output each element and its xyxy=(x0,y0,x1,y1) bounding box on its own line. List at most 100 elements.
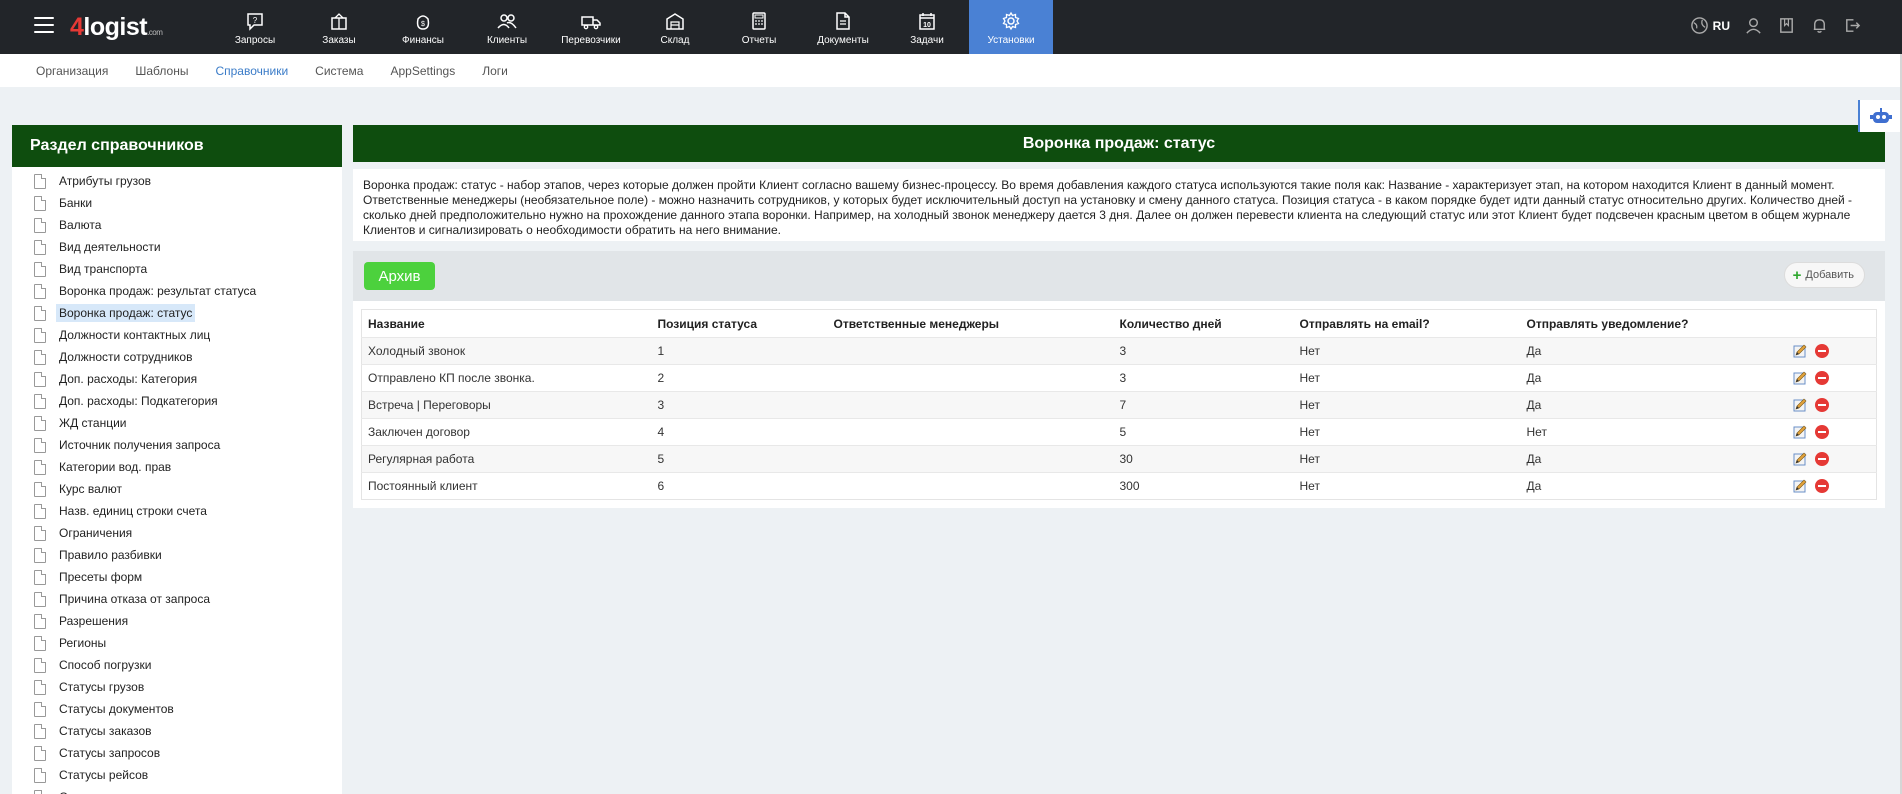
nav-item-requests[interactable]: ? Запросы xyxy=(213,0,297,54)
table-row[interactable]: Регулярная работа 5 30 Нет Да xyxy=(361,445,1877,473)
delete-icon[interactable] xyxy=(1814,344,1829,358)
column-header[interactable]: Отправлять на email? xyxy=(1293,309,1521,338)
directory-item-label: Доп. расходы: Подкатегория xyxy=(59,394,218,408)
directory-item[interactable]: Категории вод. прав xyxy=(12,456,342,478)
directory-item[interactable]: Статусы запросов xyxy=(12,742,342,764)
delete-icon[interactable] xyxy=(1814,371,1829,385)
subnav-link[interactable]: AppSettings xyxy=(390,64,455,78)
menu-icon[interactable] xyxy=(34,17,54,33)
logo[interactable]: 4logist.com xyxy=(70,13,163,42)
delete-icon[interactable] xyxy=(1814,479,1829,493)
directory-item[interactable]: Воронка продаж: статус xyxy=(12,302,342,324)
document-icon xyxy=(34,459,46,475)
directory-item[interactable]: Воронка продаж: результат статуса xyxy=(12,280,342,302)
directory-item[interactable]: Причина отказа от запроса xyxy=(12,588,342,610)
directory-item[interactable]: Статусы заказов xyxy=(12,720,342,742)
row-action-group xyxy=(1793,371,1877,385)
edit-icon[interactable] xyxy=(1793,344,1807,358)
nav-item-orders[interactable]: Заказы xyxy=(297,0,381,54)
directory-item[interactable]: Регионы xyxy=(12,632,342,654)
directory-item[interactable]: Правило разбивки xyxy=(12,544,342,566)
column-header[interactable]: Название xyxy=(361,309,652,338)
table-row[interactable]: Отправлено КП после звонка. 2 3 Нет Да xyxy=(361,364,1877,392)
column-header[interactable]: Ответственные менеджеры xyxy=(827,309,1114,338)
table-cell: Нет xyxy=(1293,472,1521,500)
table-container: Название Позиция статуса Ответственные мен… xyxy=(353,301,1885,508)
directory-item[interactable]: Должности сотрудников xyxy=(12,346,342,368)
nav-item-gear[interactable]: Установки xyxy=(969,0,1053,54)
directory-item[interactable]: Атрибуты грузов xyxy=(12,170,342,192)
directory-item[interactable]: Назв. единиц строки счета xyxy=(12,500,342,522)
edit-icon[interactable] xyxy=(1793,371,1807,385)
directory-item-label: Должности сотрудников xyxy=(59,350,193,364)
user-icon[interactable] xyxy=(1744,16,1763,35)
directory-item-label: Способ погрузки xyxy=(59,658,152,672)
subnav-link[interactable]: Система xyxy=(315,64,363,78)
archive-button[interactable]: Архив xyxy=(364,262,435,290)
table-cell xyxy=(827,337,1114,365)
nav-item-calculator[interactable]: Отчеты xyxy=(717,0,801,54)
bookmark-icon[interactable] xyxy=(1777,16,1796,35)
directory-item[interactable]: Курс валют xyxy=(12,478,342,500)
svg-text:?: ? xyxy=(253,16,258,25)
directory-item[interactable]: Источник получения запроса xyxy=(12,434,342,456)
nav-item-finance[interactable]: $ Финансы xyxy=(381,0,465,54)
directory-item[interactable]: ЖД станции xyxy=(12,412,342,434)
nav-item-truck[interactable]: Перевозчики xyxy=(549,0,633,54)
document-icon xyxy=(34,745,46,761)
document-icon xyxy=(34,239,46,255)
table-row[interactable]: Встреча | Переговоры 3 7 Нет Да xyxy=(361,391,1877,419)
logout-icon[interactable] xyxy=(1843,16,1862,35)
directory-item[interactable]: Страны xyxy=(12,786,342,794)
subnav-link[interactable]: Организация xyxy=(36,64,108,78)
directory-item[interactable]: Должности контактных лиц xyxy=(12,324,342,346)
column-header[interactable]: Количество дней xyxy=(1113,309,1294,338)
subnav-link[interactable]: Логи xyxy=(482,64,508,78)
language-switch[interactable]: RU xyxy=(1690,16,1730,35)
directory-item-label: Воронка продаж: результат статуса xyxy=(59,284,257,298)
add-button[interactable]: + Добавить xyxy=(1783,262,1865,288)
table-cell xyxy=(827,364,1114,392)
calculator-icon xyxy=(752,12,766,30)
directory-panel-title: Раздел справочников xyxy=(12,125,342,167)
directory-item[interactable]: Статусы грузов xyxy=(12,676,342,698)
delete-icon[interactable] xyxy=(1814,452,1829,466)
directory-item[interactable]: Доп. расходы: Категория xyxy=(12,368,342,390)
assistant-bot-button[interactable] xyxy=(1858,100,1902,132)
table-row[interactable]: Заключен договор 4 5 Нет Нет xyxy=(361,418,1877,446)
bell-icon[interactable] xyxy=(1810,16,1829,35)
document-icon xyxy=(34,503,46,519)
directory-item[interactable]: Банки xyxy=(12,192,342,214)
main-nav: ? Запросы Заказы $ Финансы Клиенты Перевозчики… xyxy=(213,0,1053,54)
directory-item[interactable]: Разрешения xyxy=(12,610,342,632)
directory-item[interactable]: Вид транспорта xyxy=(12,258,342,280)
edit-icon[interactable] xyxy=(1793,398,1807,412)
table-row[interactable]: Холодный звонок 1 3 Нет Да xyxy=(361,337,1877,365)
directory-item[interactable]: Способ погрузки xyxy=(12,654,342,676)
nav-item-clients[interactable]: Клиенты xyxy=(465,0,549,54)
subnav-link[interactable]: Справочники xyxy=(215,64,288,78)
table-cell: 4 xyxy=(651,418,828,446)
nav-item-document[interactable]: Документы xyxy=(801,0,885,54)
directory-item[interactable]: Валюта xyxy=(12,214,342,236)
delete-icon[interactable] xyxy=(1814,398,1829,412)
table-cell xyxy=(827,418,1114,446)
delete-icon[interactable] xyxy=(1814,425,1829,439)
directory-item[interactable]: Статусы рейсов xyxy=(12,764,342,786)
nav-item-calendar[interactable]: 10 Задачи xyxy=(885,0,969,54)
directory-item[interactable]: Ограничения xyxy=(12,522,342,544)
edit-icon[interactable] xyxy=(1793,425,1807,439)
nav-item-warehouse[interactable]: Склад xyxy=(633,0,717,54)
edit-icon[interactable] xyxy=(1793,452,1807,466)
directory-item[interactable]: Вид деятельности xyxy=(12,236,342,258)
directory-item[interactable]: Доп. расходы: Подкатегория xyxy=(12,390,342,412)
add-button-label: Добавить xyxy=(1805,269,1854,281)
column-header[interactable]: Отправлять уведомление? xyxy=(1520,309,1787,338)
table-row[interactable]: Постоянный клиент 6 300 Нет Да xyxy=(361,472,1877,500)
directory-item[interactable]: Пресеты форм xyxy=(12,566,342,588)
subnav-link[interactable]: Шаблоны xyxy=(135,64,188,78)
edit-icon[interactable] xyxy=(1793,479,1807,493)
description-text: Воронка продаж: статус - набор этапов, ч… xyxy=(353,169,1885,241)
directory-item[interactable]: Статусы документов xyxy=(12,698,342,720)
column-header[interactable]: Позиция статуса xyxy=(651,309,828,338)
